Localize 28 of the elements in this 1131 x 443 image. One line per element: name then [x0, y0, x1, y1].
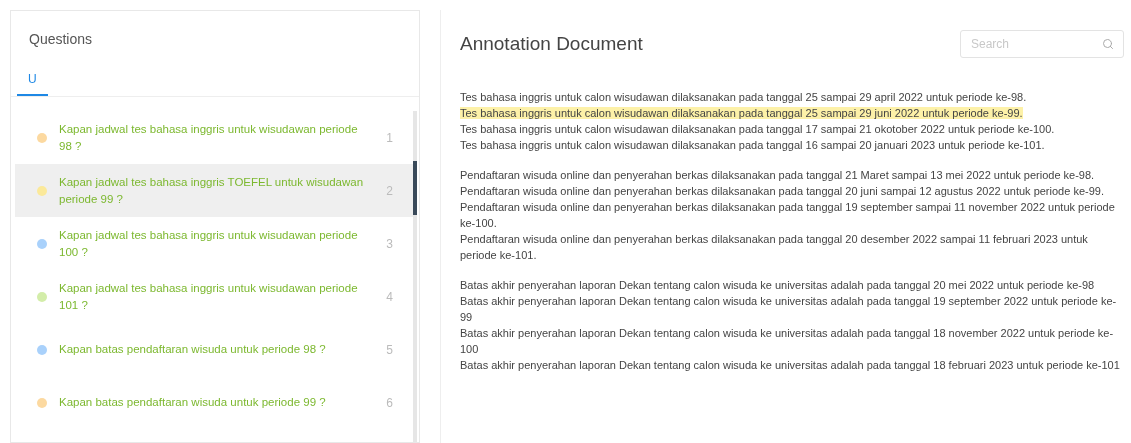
document-sentence: Batas akhir penyerahan laporan Dekan tentang calon wisuda ke universitas adalah pada tanggal 20 mei 2022 untuk periode ke-98	[460, 278, 1095, 291]
question-text: Kapan jadwal tes bahasa inggris TOEFEL untuk wisudawan periode 99 ?	[59, 174, 365, 207]
document-sentence: Tes bahasa inggris untuk calon wisudawan dilaksanakan pada tanggal 25 sampai 29 juni 2022 untuk periode ke-99.	[460, 106, 1023, 119]
question-text: Kapan jadwal tes bahasa inggris untuk wisudawan periode 100 ?	[59, 227, 359, 260]
document-sentence: Pendaftaran wisuda online dan penyerahan berkas dilaksanakan pada tanggal 19 september sampai 11 november 2022 untuk periode ke-100.	[460, 200, 1115, 229]
question-text: Kapan batas pendaftaran wisuda untuk periode 99 ?	[59, 395, 327, 410]
question-text: Kapan batas pendaftaran wisuda untuk periode 98 ?	[59, 342, 327, 357]
question-text: Kapan jadwal tes bahasa inggris untuk wisudawan periode 98 ?	[59, 121, 359, 154]
document-sentence: Pendaftaran wisuda online dan penyerahan berkas dilaksanakan pada tanggal 21 Maret sampai 13 mei 2022 untuk periode ke-98.	[460, 168, 1095, 181]
document-sentence: Tes bahasa inggris untuk calon wisudawan dilaksanakan pada tanggal 16 sampai 20 januari 2023 untuk periode ke-101.	[460, 138, 1045, 151]
search-icon	[1102, 38, 1114, 51]
tab[interactable]: U	[17, 70, 48, 96]
document-sentence: Batas akhir penyerahan laporan Dekan tentang calon wisuda ke universitas adalah pada tanggal 18 februari 2023 untuk periode ke-101	[460, 358, 1120, 371]
document-sentence: Batas akhir penyerahan laporan Dekan tentang calon wisuda ke universitas adalah pada tanggal 18 november 2022 untuk periode ke-100	[460, 326, 1114, 355]
document-sentence: Tes bahasa inggris untuk calon wisudawan dilaksanakan pada tanggal 17 sampai 21 okotober 2022 untuk periode ke-100.	[460, 122, 1055, 135]
scrollbar-thumb[interactable]	[413, 161, 417, 215]
question-number: 6	[386, 394, 393, 412]
document-sentence: Pendaftaran wisuda online dan penyerahan berkas dilaksanakan pada tanggal 20 desember 2022 sampai 11 februari 2023 untuk periode ke-101.	[460, 232, 1088, 261]
question-number: 4	[386, 288, 393, 306]
question-number: 3	[386, 235, 393, 253]
document-sentence: Tes bahasa inggris untuk calon wisudawan dilaksanakan pada tanggal 25 sampai 29 april 2022 untuk periode ke-98.	[460, 90, 1027, 103]
document-sentence: Batas akhir penyerahan laporan Dekan tentang calon wisuda ke universitas adalah pada tanggal 19 september 2022 untuk periode ke-99	[460, 294, 1117, 323]
question-number: 5	[386, 341, 393, 359]
panel-title: Questions	[28, 30, 94, 49]
document-title: Annotation Document	[460, 32, 643, 56]
question-text: Kapan jadwal tes bahasa inggris untuk wisudawan periode 101 ?	[59, 280, 359, 313]
question-number: 1	[386, 129, 393, 147]
document-sentence: Pendaftaran wisuda online dan penyerahan berkas dilaksanakan pada tanggal 20 juni sampai 12 agustus 2022 untuk periode ke-99.	[460, 184, 1104, 197]
